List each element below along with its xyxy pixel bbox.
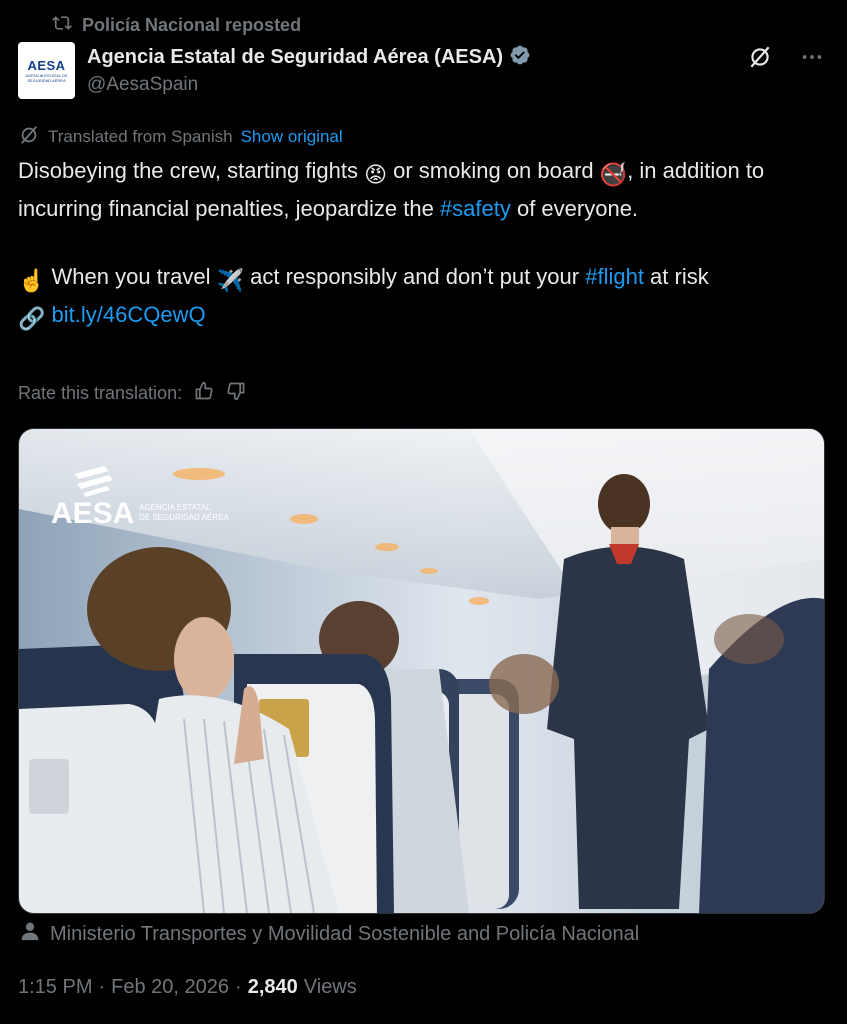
author-name[interactable]: Agencia Estatal de Seguridad Aérea (AESA… <box>87 46 503 69</box>
repost-text: Policía Nacional reposted <box>82 14 302 35</box>
repost-icon <box>52 13 72 38</box>
thumbs-down-icon[interactable] <box>226 381 246 406</box>
separator: · <box>235 975 242 998</box>
rate-translation: Rate this translation: <box>18 380 246 406</box>
text-segment: When you travel <box>45 264 217 289</box>
separator: · <box>98 975 106 998</box>
media-logo-sub1: AGENCIA ESTATAL <box>139 503 211 512</box>
author-handle[interactable]: @AesaSpain <box>87 74 198 96</box>
tweet-paragraph-2: ☝️ When you travel ✈️ act responsibly an… <box>18 260 818 336</box>
text-segment: or smoking on board <box>387 158 600 183</box>
thumbs-up-icon[interactable] <box>194 381 214 406</box>
hashtag-flight[interactable]: #flight <box>585 264 644 289</box>
pointing-finger-icon: ☝️ <box>18 268 46 293</box>
hashtag-safety[interactable]: #safety <box>440 196 511 221</box>
translation-row: Translated from Spanish Show original <box>18 125 343 149</box>
more-options-icon[interactable] <box>801 46 823 73</box>
no-smoking-icon: 🚭 <box>599 162 628 187</box>
credit-text[interactable]: Ministerio Transportes y Movilidad Soste… <box>50 923 639 946</box>
media-logo-text: AESA <box>51 497 134 530</box>
tweet-date[interactable]: Feb 20, 2026 <box>111 976 229 999</box>
avatar-sub: AGENCIA ESTATAL DE SEGURIDAD AÉREA <box>25 73 68 83</box>
tweet-time[interactable]: 1:15 PM <box>18 976 92 999</box>
link-icon: 🔗 <box>18 306 46 331</box>
translate-icon <box>18 124 40 151</box>
views-label: Views <box>303 975 357 998</box>
airplane-icon: ✈️ <box>216 268 244 293</box>
avatar[interactable]: AESA AGENCIA ESTATAL DE SEGURIDAD AÉREA <box>18 42 75 99</box>
text-segment: Disobeying the crew, starting fights <box>18 158 365 183</box>
media-logo-sub2: DE SEGURIDAD AÉREA <box>139 513 229 522</box>
tweet-paragraph-1: Disobeying the crew, starting fights 😡 o… <box>18 154 818 226</box>
avatar-mark: AESA <box>27 58 66 73</box>
tweet-image[interactable]: AESA AGENCIA ESTATAL DE SEGURIDAD AÉREA <box>18 428 825 914</box>
grok-icon[interactable] <box>747 44 773 75</box>
tweet-meta: 1:15 PM · Feb 20, 2026 · 2,840 Views <box>18 973 357 1001</box>
text-segment: act responsibly and don’t put your <box>244 264 586 289</box>
author-name-row[interactable]: Agencia Estatal de Seguridad Aérea (AESA… <box>87 44 531 70</box>
rate-label: Rate this translation: <box>18 382 183 403</box>
repost-header[interactable]: Policía Nacional reposted <box>52 10 301 40</box>
tweet-actions-top <box>747 44 823 75</box>
translated-label: Translated from Spanish <box>48 127 233 146</box>
tweet-text: Disobeying the crew, starting fights 😡 o… <box>18 154 818 336</box>
tweet-link[interactable]: bit.ly/46CQewQ <box>52 302 206 327</box>
image-credit: Ministerio Transportes y Movilidad Soste… <box>20 920 639 948</box>
text-segment: of everyone. <box>510 196 639 221</box>
person-icon <box>20 921 40 947</box>
text-segment: at risk <box>643 264 709 289</box>
show-original-link[interactable]: Show original <box>241 127 343 147</box>
verified-badge-icon <box>509 44 531 71</box>
angry-face-icon: 😡 <box>364 162 387 187</box>
views-count: 2,840 <box>247 975 298 998</box>
